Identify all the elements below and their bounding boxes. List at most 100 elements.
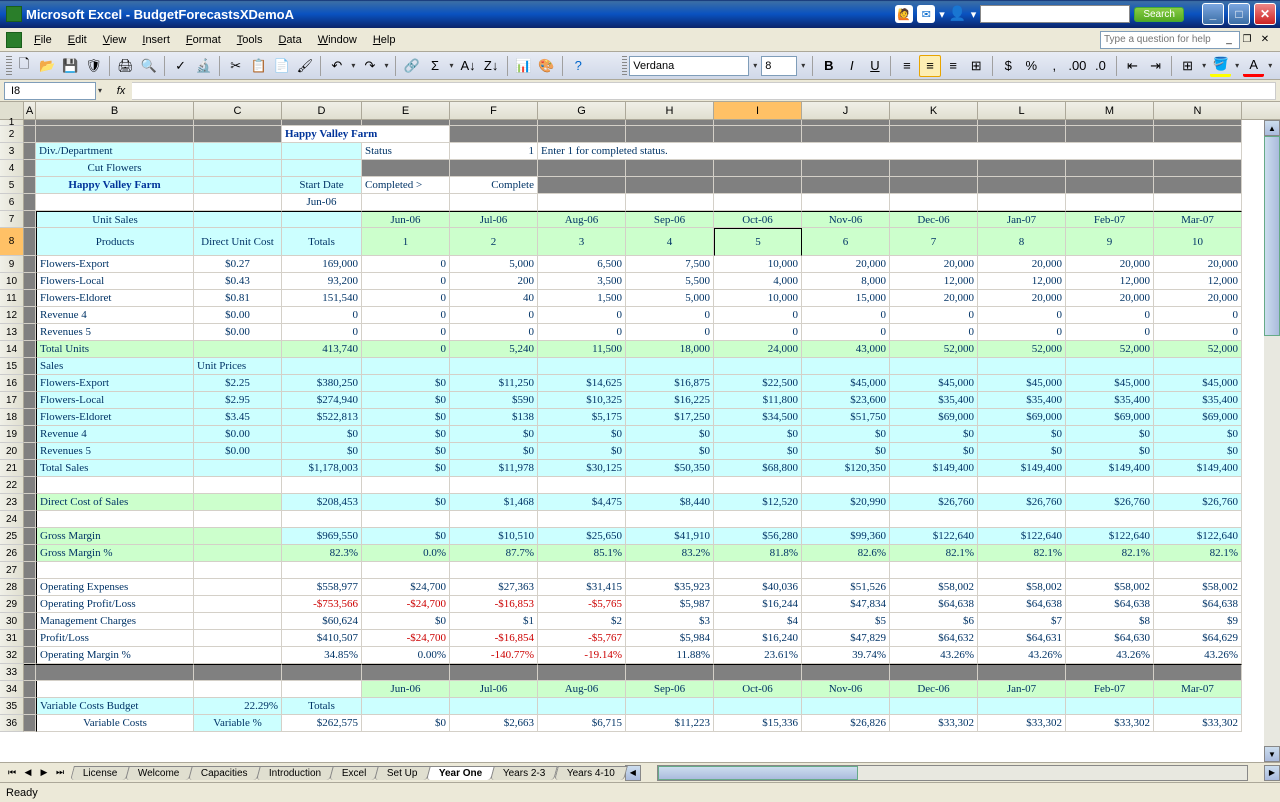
cell[interactable] bbox=[538, 126, 626, 143]
cell[interactable]: Nov-06 bbox=[802, 211, 890, 228]
cell[interactable] bbox=[978, 562, 1066, 579]
cell[interactable]: 18,000 bbox=[626, 341, 714, 358]
cell[interactable]: 200 bbox=[450, 273, 538, 290]
cell[interactable]: $149,400 bbox=[1154, 460, 1242, 477]
cell[interactable] bbox=[450, 194, 538, 211]
cell[interactable] bbox=[24, 511, 36, 528]
cell[interactable]: $45,000 bbox=[1066, 375, 1154, 392]
font-color-icon[interactable]: A bbox=[1243, 55, 1264, 77]
cell[interactable] bbox=[36, 664, 194, 681]
hyperlink-icon[interactable]: 🔗 bbox=[401, 55, 422, 77]
cell[interactable]: 0 bbox=[362, 273, 450, 290]
permission-icon[interactable]: 🛡 bbox=[83, 55, 104, 77]
cell[interactable]: $0 bbox=[362, 443, 450, 460]
cell[interactable]: $58,002 bbox=[890, 579, 978, 596]
cell[interactable]: $10,510 bbox=[450, 528, 538, 545]
cell[interactable]: $33,302 bbox=[1154, 715, 1242, 732]
cell[interactable] bbox=[24, 681, 36, 698]
cell[interactable]: Revenues 5 bbox=[36, 324, 194, 341]
cell[interactable]: Total Units bbox=[36, 341, 194, 358]
cell[interactable] bbox=[282, 477, 362, 494]
cell[interactable]: $69,000 bbox=[1066, 409, 1154, 426]
cell[interactable] bbox=[538, 358, 626, 375]
scroll-right-button[interactable]: ▶ bbox=[1264, 765, 1280, 781]
cell[interactable]: 43.26% bbox=[1154, 647, 1242, 664]
increase-indent-icon[interactable]: ⇥ bbox=[1145, 55, 1166, 77]
bold-icon[interactable]: B bbox=[818, 55, 839, 77]
cell[interactable]: Variable % bbox=[194, 715, 282, 732]
menu-view[interactable]: View bbox=[95, 31, 135, 49]
cell[interactable]: $68,800 bbox=[714, 460, 802, 477]
cell[interactable]: 82.6% bbox=[802, 545, 890, 562]
cell[interactable]: Jun-06 bbox=[362, 211, 450, 228]
tab-last-button[interactable]: ⏭ bbox=[52, 767, 68, 778]
cell[interactable]: 1 bbox=[362, 228, 450, 256]
cell[interactable]: $14,625 bbox=[538, 375, 626, 392]
cell[interactable]: $0 bbox=[282, 426, 362, 443]
cell[interactable]: Status bbox=[362, 143, 450, 160]
cell[interactable] bbox=[362, 664, 450, 681]
cell[interactable] bbox=[24, 126, 36, 143]
cell[interactable] bbox=[1154, 511, 1242, 528]
col-header-G[interactable]: G bbox=[538, 102, 626, 119]
cell[interactable]: $56,280 bbox=[714, 528, 802, 545]
cell[interactable]: $1,468 bbox=[450, 494, 538, 511]
cell[interactable]: $122,640 bbox=[1154, 528, 1242, 545]
cell[interactable]: Complete bbox=[450, 177, 538, 194]
cell[interactable] bbox=[1066, 698, 1154, 715]
cell[interactable]: 0 bbox=[362, 256, 450, 273]
cell[interactable] bbox=[714, 511, 802, 528]
decrease-indent-icon[interactable]: ⇤ bbox=[1122, 55, 1143, 77]
search-button[interactable]: Search bbox=[1134, 7, 1184, 22]
cell[interactable] bbox=[538, 562, 626, 579]
cell[interactable]: 52,000 bbox=[978, 341, 1066, 358]
cell[interactable]: $0 bbox=[714, 426, 802, 443]
cell[interactable] bbox=[978, 511, 1066, 528]
font-name-select[interactable] bbox=[629, 56, 749, 76]
buddy-icon[interactable]: 👤 bbox=[949, 5, 967, 23]
tab-next-button[interactable]: ▶ bbox=[36, 767, 52, 778]
col-header-H[interactable]: H bbox=[626, 102, 714, 119]
sheet-tab-license[interactable]: License bbox=[70, 766, 130, 780]
cell[interactable] bbox=[36, 126, 194, 143]
cell[interactable] bbox=[194, 460, 282, 477]
cell[interactable]: Revenues 5 bbox=[36, 443, 194, 460]
cell[interactable]: 0 bbox=[802, 324, 890, 341]
cell[interactable]: $6 bbox=[890, 613, 978, 630]
cell[interactable] bbox=[24, 290, 36, 307]
cell[interactable]: $64,638 bbox=[1154, 596, 1242, 613]
cell[interactable]: Total Sales bbox=[36, 460, 194, 477]
cell[interactable]: $45,000 bbox=[1154, 375, 1242, 392]
cell[interactable]: 0 bbox=[1154, 307, 1242, 324]
cell[interactable] bbox=[714, 358, 802, 375]
cell[interactable]: 9 bbox=[1066, 228, 1154, 256]
close-button[interactable]: ✕ bbox=[1254, 3, 1276, 25]
new-doc-icon[interactable]: 🗋 bbox=[14, 55, 35, 77]
cell[interactable] bbox=[36, 681, 194, 698]
search-input[interactable] bbox=[980, 5, 1130, 23]
cell[interactable] bbox=[626, 194, 714, 211]
cell[interactable] bbox=[978, 358, 1066, 375]
cell[interactable]: 0 bbox=[362, 341, 450, 358]
cell[interactable]: 20,000 bbox=[890, 256, 978, 273]
cell[interactable]: Gross Margin bbox=[36, 528, 194, 545]
align-right-icon[interactable]: ≡ bbox=[943, 55, 964, 77]
cell[interactable]: $0 bbox=[538, 443, 626, 460]
menu-data[interactable]: Data bbox=[270, 31, 309, 49]
cell[interactable]: $8,440 bbox=[626, 494, 714, 511]
redo-dropdown[interactable]: ▾ bbox=[382, 61, 390, 70]
cell[interactable] bbox=[24, 392, 36, 409]
sheet-tab-years-4-10[interactable]: Years 4-10 bbox=[554, 766, 628, 780]
cell[interactable]: 12,000 bbox=[1066, 273, 1154, 290]
cell[interactable]: $26,760 bbox=[1154, 494, 1242, 511]
cell[interactable]: $0 bbox=[362, 392, 450, 409]
cell[interactable]: -$24,700 bbox=[362, 596, 450, 613]
cell[interactable]: 81.8% bbox=[714, 545, 802, 562]
cell[interactable] bbox=[194, 528, 282, 545]
sheet-tab-welcome[interactable]: Welcome bbox=[126, 766, 193, 780]
cell[interactable] bbox=[1154, 477, 1242, 494]
cell[interactable]: 7 bbox=[890, 228, 978, 256]
merge-icon[interactable]: ⊞ bbox=[966, 55, 987, 77]
cell[interactable]: 5,000 bbox=[626, 290, 714, 307]
cell[interactable]: $0 bbox=[1154, 443, 1242, 460]
